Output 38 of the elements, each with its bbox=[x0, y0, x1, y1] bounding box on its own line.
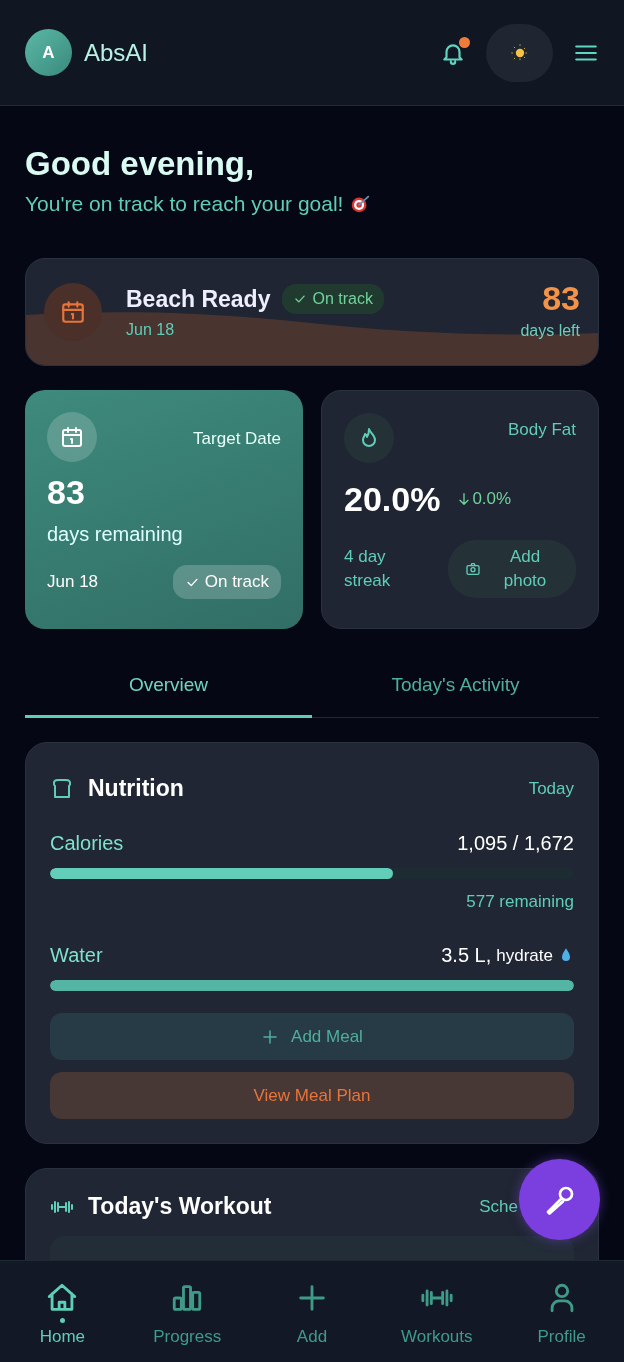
nav-item[interactable]: Home bbox=[0, 1281, 125, 1350]
metric-label: Water bbox=[50, 943, 103, 969]
greeting-subtitle: You're on track to reach your goal! bbox=[25, 191, 344, 218]
goal-title: Beach Ready bbox=[126, 284, 271, 314]
app-name: AbsAI bbox=[84, 37, 149, 68]
body-fat-value: 20.0% bbox=[344, 482, 441, 517]
status-badge: On track bbox=[282, 283, 384, 314]
metric-note: hydrate bbox=[496, 944, 553, 967]
schedule-link[interactable]: Sche bbox=[479, 1193, 518, 1220]
metric-label: Calories bbox=[50, 830, 124, 856]
status-badge: On track bbox=[172, 565, 281, 599]
nav-item[interactable]: Add bbox=[249, 1281, 375, 1350]
card-title: Today's Workout bbox=[88, 1192, 272, 1222]
goal-date: Jun 18 bbox=[126, 320, 176, 341]
nav-item[interactable]: Profile bbox=[499, 1281, 624, 1350]
card-title: Nutrition bbox=[88, 774, 184, 804]
metric-value: 3.5 L, bbox=[441, 943, 492, 969]
add-meal-button[interactable]: Add Meal bbox=[50, 1013, 574, 1061]
tab[interactable]: Today's Activity bbox=[312, 660, 599, 719]
nav-item[interactable]: Progress bbox=[124, 1281, 250, 1350]
days-count: 83 bbox=[47, 475, 86, 510]
card-label: Body Fat bbox=[507, 418, 576, 441]
days-label: days remaining bbox=[47, 522, 184, 548]
meal-plan-button[interactable]: View Meal Plan bbox=[50, 1072, 574, 1120]
remaining-label: 577 remaining bbox=[465, 890, 574, 913]
avatar[interactable]: A bbox=[25, 29, 72, 76]
days-count: 83 bbox=[541, 280, 580, 315]
change-value: 0.0% bbox=[456, 486, 512, 512]
streak-label: 4 day streak bbox=[344, 546, 392, 592]
add-photo-button[interactable]: Add photo bbox=[448, 540, 576, 598]
metric-value: 1,095 / 1,672 bbox=[457, 830, 574, 856]
days-label: days left bbox=[520, 320, 580, 341]
greeting-title: Good evening, bbox=[25, 146, 256, 183]
nav-item[interactable]: Workouts bbox=[374, 1281, 500, 1350]
period-label: Today bbox=[528, 777, 574, 800]
tab[interactable]: Overview bbox=[25, 660, 312, 719]
card-label: Target Date bbox=[193, 427, 281, 450]
target-date: Jun 18 bbox=[47, 571, 99, 594]
